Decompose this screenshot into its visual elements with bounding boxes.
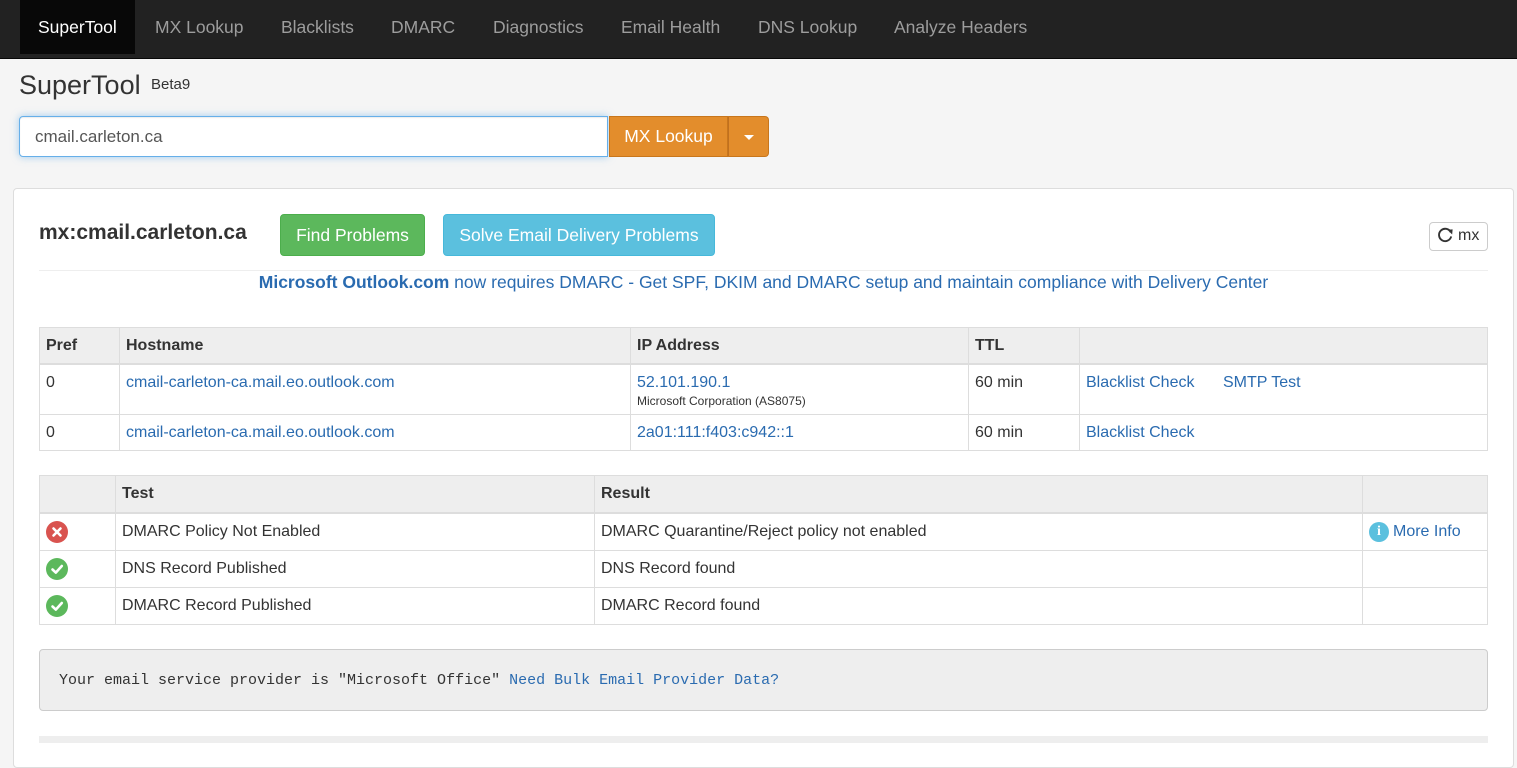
nav-blacklists[interactable]: Blacklists — [263, 0, 372, 54]
actions-cell: Blacklist Check SMTP Test — [1079, 363, 1488, 415]
top-navbar: SuperTool MX Lookup Blacklists DMARC Dia… — [0, 0, 1517, 59]
more-info-link[interactable]: More Info — [1393, 523, 1461, 540]
refresh-button[interactable]: mx — [1429, 222, 1488, 251]
promo-text[interactable]: now requires DMARC - Get SPF, DKIM and D… — [449, 272, 1268, 292]
header-ttl: TTL — [968, 327, 1080, 365]
solve-delivery-problems-button[interactable]: Solve Email Delivery Problems — [443, 214, 715, 256]
table-row: DMARC Policy Not Enabled DMARC Quarantin… — [39, 512, 1488, 551]
page-title: SuperTool — [19, 70, 141, 100]
refresh-label: mx — [1458, 227, 1480, 244]
header-hostname: Hostname — [119, 327, 631, 365]
header-result: Result — [594, 475, 1363, 514]
next-section-edge — [39, 736, 1488, 743]
nav-email-health[interactable]: Email Health — [603, 0, 738, 54]
nav-dmarc[interactable]: DMARC — [373, 0, 473, 54]
ttl-cell: 60 min — [968, 363, 1080, 415]
test-name: DNS Record Published — [115, 550, 595, 588]
header-actions — [1079, 327, 1488, 365]
header-status — [39, 475, 116, 514]
blacklist-check-link[interactable]: Blacklist Check — [1086, 424, 1194, 441]
ip-owner: Microsoft Corporation (AS8075) — [637, 394, 806, 408]
more-info-cell — [1362, 587, 1488, 625]
check-circle-icon — [46, 557, 68, 580]
provider-text: Your email service provider is "Microsof… — [59, 672, 501, 689]
actions-cell: Blacklist Check — [1079, 413, 1488, 451]
hostname-cell: cmail-carleton-ca.mail.eo.outlook.com — [119, 413, 631, 451]
status-cell — [39, 550, 116, 588]
promo-banner[interactable]: Microsoft Outlook.com now requires DMARC… — [39, 272, 1488, 293]
promo-bold[interactable]: Microsoft Outlook.com — [259, 272, 450, 292]
header-pref: Pref — [39, 327, 120, 365]
nav-dns-lookup[interactable]: DNS Lookup — [740, 0, 875, 54]
blacklist-check-link[interactable]: Blacklist Check — [1086, 374, 1194, 391]
test-result: DMARC Quarantine/Reject policy not enabl… — [594, 512, 1363, 551]
result-title: mx:cmail.carleton.ca — [39, 221, 247, 244]
table-row: DNS Record Published DNS Record found — [39, 550, 1488, 588]
hostname-cell: cmail-carleton-ca.mail.eo.outlook.com — [119, 363, 631, 415]
caret-down-icon — [744, 135, 754, 140]
test-name: DMARC Record Published — [115, 587, 595, 625]
test-name: DMARC Policy Not Enabled — [115, 512, 595, 551]
search-input[interactable] — [19, 116, 608, 157]
info-icon[interactable]: i — [1369, 521, 1389, 542]
ip-link[interactable]: 2a01:111:f403:c942::1 — [637, 424, 794, 441]
test-result: DNS Record found — [594, 550, 1363, 588]
status-cell — [39, 512, 116, 551]
hostname-link[interactable]: cmail-carleton-ca.mail.eo.outlook.com — [126, 424, 395, 441]
header-ip-address: IP Address — [630, 327, 969, 365]
bulk-provider-data-link[interactable]: Need Bulk Email Provider Data? — [509, 672, 779, 689]
check-circle-icon — [46, 594, 68, 617]
table-row: 0 cmail-carleton-ca.mail.eo.outlook.com … — [39, 413, 1488, 451]
find-problems-button[interactable]: Find Problems — [280, 214, 425, 256]
ip-link[interactable]: 52.101.190.1 — [637, 374, 730, 391]
x-circle-icon — [46, 520, 68, 543]
mx-records-table: Pref Hostname IP Address TTL 0 cmail-car… — [39, 327, 1488, 451]
header-test: Test — [115, 475, 595, 514]
ip-cell: 2a01:111:f403:c942::1 — [630, 413, 969, 451]
pref-cell: 0 — [39, 413, 120, 451]
nav-mx-lookup[interactable]: MX Lookup — [137, 0, 262, 54]
nav-supertool[interactable]: SuperTool — [20, 0, 135, 54]
test-results-table: Test Result DMARC Policy Not Enabled DMA… — [39, 475, 1488, 625]
version-label: Beta9 — [151, 76, 191, 93]
pref-cell: 0 — [39, 363, 120, 415]
table-row: 0 cmail-carleton-ca.mail.eo.outlook.com … — [39, 363, 1488, 415]
more-info-cell — [1362, 550, 1488, 588]
hostname-link[interactable]: cmail-carleton-ca.mail.eo.outlook.com — [126, 374, 395, 391]
nav-analyze-headers[interactable]: Analyze Headers — [876, 0, 1045, 54]
test-result: DMARC Record found — [594, 587, 1363, 625]
smtp-test-link[interactable]: SMTP Test — [1223, 374, 1301, 391]
ttl-cell: 60 min — [968, 413, 1080, 451]
status-cell — [39, 587, 116, 625]
more-info-cell: i More Info — [1362, 512, 1488, 551]
divider — [39, 270, 1488, 271]
lookup-type-dropdown[interactable] — [728, 116, 769, 157]
nav-diagnostics[interactable]: Diagnostics — [475, 0, 601, 54]
provider-info-box: Your email service provider is "Microsof… — [39, 649, 1488, 711]
mx-lookup-button[interactable]: MX Lookup — [609, 116, 728, 157]
ip-cell: 52.101.190.1 Microsoft Corporation (AS80… — [630, 363, 969, 415]
table-row: DMARC Record Published DMARC Record foun… — [39, 587, 1488, 625]
header-info — [1362, 475, 1488, 514]
refresh-icon — [1438, 227, 1453, 243]
